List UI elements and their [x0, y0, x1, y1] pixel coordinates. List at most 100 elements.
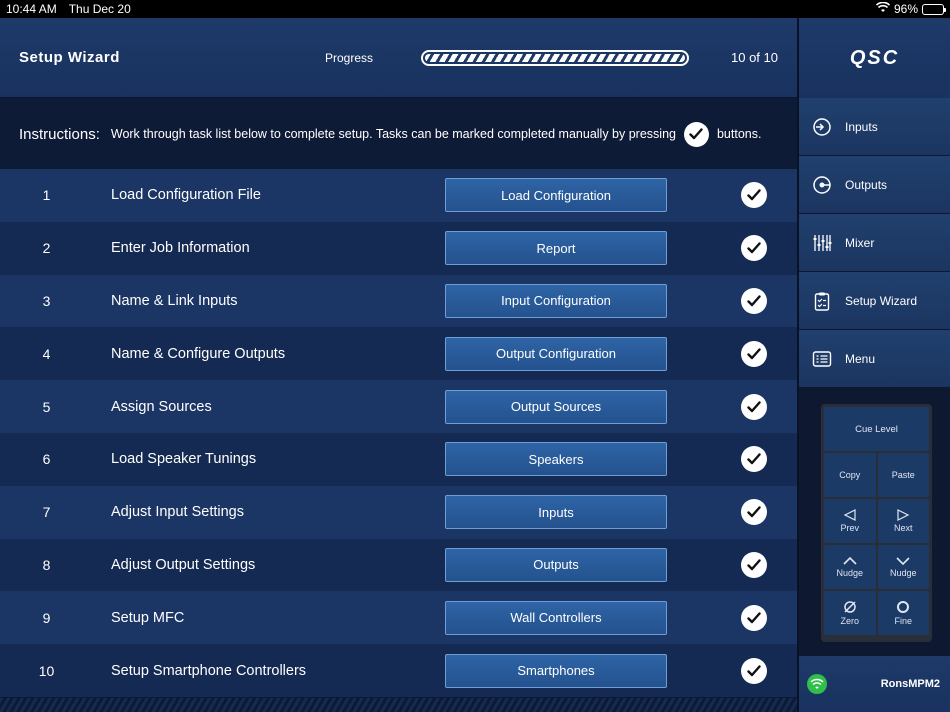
prev-button[interactable]: Prev — [824, 499, 876, 543]
task-row: 1Load Configuration FileLoad Configurati… — [0, 169, 797, 222]
nav-outputs[interactable]: Outputs — [799, 156, 950, 214]
nav-inputs[interactable]: Inputs — [799, 98, 950, 156]
task-name: Assign Sources — [111, 399, 445, 415]
task-name: Name & Link Inputs — [111, 293, 445, 309]
prev-label: Prev — [840, 523, 859, 533]
nav-mixer[interactable]: Mixer — [799, 214, 950, 272]
progress-bar — [421, 50, 689, 66]
task-name: Enter Job Information — [111, 240, 445, 256]
main-panel: Setup Wizard Progress 10 of 10 Instructi… — [0, 18, 797, 712]
check-icon[interactable] — [741, 288, 767, 314]
task-number: 2 — [0, 240, 111, 256]
task-number: 4 — [0, 346, 111, 362]
cue-level-label: Cue Level — [855, 424, 898, 435]
task-row: 9Setup MFCWall Controllers — [0, 591, 797, 644]
ring-icon — [896, 600, 910, 614]
task-name: Adjust Output Settings — [111, 557, 445, 573]
triangle-left-icon — [843, 509, 857, 521]
check-icon[interactable] — [741, 499, 767, 525]
nudge-up-button[interactable]: Nudge — [824, 545, 876, 589]
paste-button[interactable]: Paste — [878, 453, 930, 497]
task-row: 8Adjust Output SettingsOutputs — [0, 539, 797, 592]
page-title: Setup Wizard — [19, 49, 309, 66]
nav-menu[interactable]: Menu — [799, 330, 950, 388]
task-name: Setup Smartphone Controllers — [111, 663, 445, 679]
task-row: 2Enter Job InformationReport — [0, 222, 797, 275]
check-icon[interactable] — [741, 552, 767, 578]
task-number: 5 — [0, 399, 111, 415]
check-icon[interactable] — [741, 394, 767, 420]
check-icon[interactable] — [741, 658, 767, 684]
task-action-button[interactable]: Inputs — [445, 495, 667, 529]
task-action-button[interactable]: Output Configuration — [445, 337, 667, 371]
instructions-text-end: buttons. — [717, 127, 761, 141]
instructions-label: Instructions: — [19, 126, 100, 143]
check-icon — [684, 122, 709, 147]
task-action-button[interactable]: Report — [445, 231, 667, 265]
nav-mixer-label: Mixer — [845, 236, 874, 250]
task-name: Load Configuration File — [111, 187, 445, 203]
null-icon — [843, 600, 857, 614]
wifi-icon — [876, 2, 890, 16]
next-label: Next — [894, 523, 913, 533]
task-number: 1 — [0, 187, 111, 203]
task-list: 1Load Configuration FileLoad Configurati… — [0, 169, 797, 697]
bottom-stripe — [0, 698, 797, 712]
status-date: Thu Dec 20 — [69, 2, 131, 16]
task-number: 8 — [0, 557, 111, 573]
task-row: 3Name & Link InputsInput Configuration — [0, 275, 797, 328]
task-action-button[interactable]: Output Sources — [445, 390, 667, 424]
zero-label: Zero — [840, 616, 859, 626]
task-number: 7 — [0, 504, 111, 520]
nav-setup-wizard[interactable]: Setup Wizard — [799, 272, 950, 330]
copy-button[interactable]: Copy — [824, 453, 876, 497]
mixer-icon — [811, 232, 833, 254]
clipboard-icon — [811, 290, 833, 312]
task-action-button[interactable]: Input Configuration — [445, 284, 667, 318]
battery-icon — [922, 4, 944, 15]
task-name: Load Speaker Tunings — [111, 451, 445, 467]
copy-label: Copy — [839, 470, 860, 480]
next-button[interactable]: Next — [878, 499, 930, 543]
qsc-logo: QSC — [799, 18, 950, 98]
task-number: 9 — [0, 610, 111, 626]
task-action-button[interactable]: Speakers — [445, 442, 667, 476]
menu-icon — [811, 348, 833, 370]
task-action-button[interactable]: Outputs — [445, 548, 667, 582]
task-number: 10 — [0, 663, 111, 679]
check-icon[interactable] — [741, 235, 767, 261]
check-icon[interactable] — [741, 446, 767, 472]
chevron-down-icon — [895, 556, 911, 566]
task-row: 6Load Speaker TuningsSpeakers — [0, 433, 797, 486]
app-root: 10:44 AM Thu Dec 20 96% Setup Wizard Pro… — [0, 0, 950, 712]
task-number: 6 — [0, 451, 111, 467]
check-icon[interactable] — [741, 182, 767, 208]
nudge-down-button[interactable]: Nudge — [878, 545, 930, 589]
device-footer[interactable]: RonsMPM2 — [799, 656, 950, 712]
task-name: Setup MFC — [111, 610, 445, 626]
status-bar: 10:44 AM Thu Dec 20 96% — [0, 0, 950, 18]
task-name: Name & Configure Outputs — [111, 346, 445, 362]
task-action-button[interactable]: Smartphones — [445, 654, 667, 688]
task-name: Adjust Input Settings — [111, 504, 445, 520]
instructions: Instructions: Work through task list bel… — [0, 98, 797, 170]
zero-button[interactable]: Zero — [824, 591, 876, 635]
cue-level-button[interactable]: Cue Level — [824, 407, 929, 451]
fine-button[interactable]: Fine — [878, 591, 930, 635]
progress-label: Progress — [309, 51, 396, 65]
task-row: 4Name & Configure OutputsOutput Configur… — [0, 327, 797, 380]
sidebar: QSC Inputs Outputs Mixer Setup Wizard — [797, 18, 950, 712]
task-row: 5Assign SourcesOutput Sources — [0, 380, 797, 433]
check-icon[interactable] — [741, 605, 767, 631]
task-action-button[interactable]: Load Configuration — [445, 178, 667, 212]
battery-percent: 96% — [894, 2, 918, 16]
output-icon — [811, 174, 833, 196]
nudge-up-label: Nudge — [836, 568, 863, 578]
task-row: 10Setup Smartphone ControllersSmartphone… — [0, 644, 797, 697]
task-action-button[interactable]: Wall Controllers — [445, 601, 667, 635]
nav-inputs-label: Inputs — [845, 120, 878, 134]
check-icon[interactable] — [741, 341, 767, 367]
device-name: RonsMPM2 — [881, 678, 940, 690]
input-icon — [811, 116, 833, 138]
triangle-right-icon — [896, 509, 910, 521]
